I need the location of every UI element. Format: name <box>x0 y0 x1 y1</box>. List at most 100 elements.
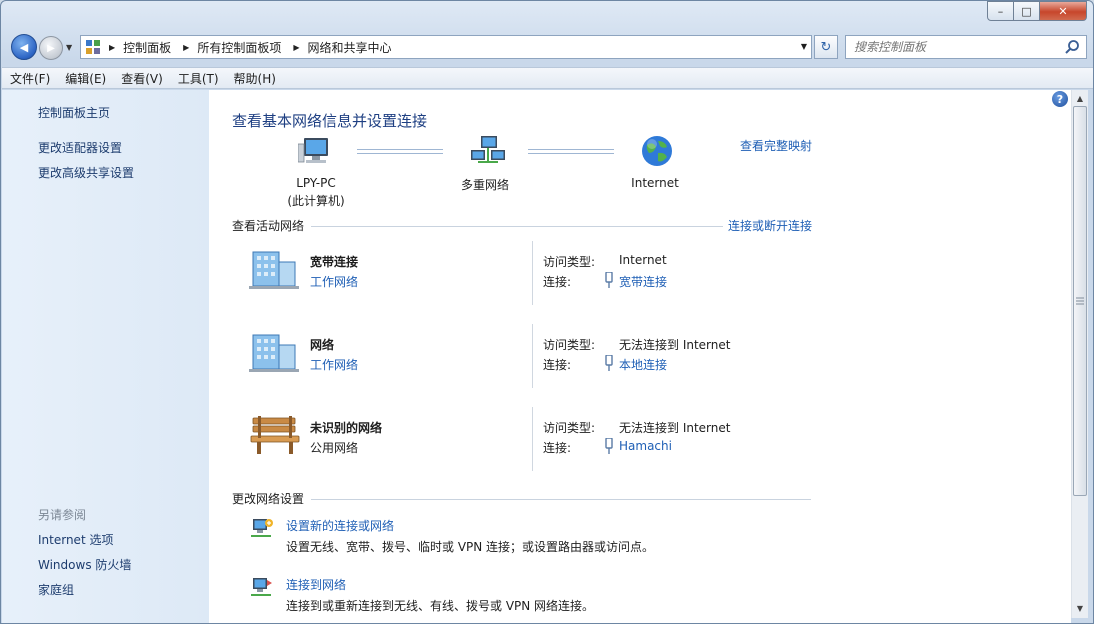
map-link-line <box>357 149 443 154</box>
control-panel-icon <box>86 40 100 54</box>
forward-arrow-icon: ▶ <box>47 42 55 54</box>
network-entry-broadband: 宽带连接 工作网络 访问类型: Internet 连接: 宽带连接 <box>249 241 809 314</box>
change-settings-header: 更改网络设置 <box>232 492 305 506</box>
access-type-label: 访问类型: <box>543 338 596 352</box>
breadcrumb-network-center[interactable]: 网络和共享中心 <box>308 39 392 56</box>
network-divider <box>532 407 533 471</box>
navigation-bar: ◀ ▶ ▼ ▶ 控制面板 ▶ 所有控制面板项 ▶ 网络和共享中心 ▼ ↻ <box>1 31 1093 63</box>
maximize-icon: □ <box>1021 4 1032 18</box>
network-entry-unidentified: 未识别的网络 公用网络 访问类型: 无法连接到 Internet 连接: Ham… <box>249 407 809 480</box>
minimize-icon: – <box>997 4 1004 18</box>
sidebar-link-firewall[interactable]: Windows 防火墙 <box>38 556 131 573</box>
connection-label: 连接: <box>543 441 572 455</box>
computer-icon <box>298 138 328 163</box>
main-content: 查看基本网络信息并设置连接 查看完整映射 LPY-PC (此计算机) 多重网络 <box>209 90 1071 623</box>
maximize-button[interactable]: □ <box>1014 1 1040 21</box>
network-type-link[interactable]: 工作网络 <box>310 273 358 290</box>
connection-link[interactable]: 本地连接 <box>619 356 667 373</box>
address-bar[interactable]: ▶ 控制面板 ▶ 所有控制面板项 ▶ 网络和共享中心 ▼ <box>80 35 812 59</box>
search-input[interactable] <box>854 40 1054 54</box>
connection-plug-icon <box>605 272 613 288</box>
pc-subtitle: (此计算机) <box>287 194 345 208</box>
connect-network-icon <box>251 578 272 596</box>
connection-link[interactable]: Hamachi <box>619 439 672 453</box>
address-dropdown-icon[interactable]: ▼ <box>801 42 807 51</box>
multiple-networks-icon <box>471 136 505 163</box>
minimize-button[interactable]: – <box>987 1 1014 21</box>
map-link-line <box>528 149 614 154</box>
window: – □ ✕ ◀ ▶ ▼ ▶ 控制面板 ▶ 所有控制面板项 ▶ 网络和共享中心 ▼… <box>0 0 1094 624</box>
caption-buttons: – □ ✕ <box>987 1 1087 21</box>
menu-view[interactable]: 查看(V) <box>121 70 163 87</box>
access-type-value: 无法连接到 Internet <box>619 421 731 435</box>
scroll-down-icon[interactable]: ▼ <box>1072 600 1088 616</box>
access-type-value: Internet <box>619 253 667 267</box>
network-entry-network: 网络 工作网络 访问类型: 无法连接到 Internet 连接: 本地连接 <box>249 324 809 397</box>
full-map-link[interactable]: 查看完整映射 <box>740 137 812 154</box>
setup-connection-description: 设置无线、宽带、拨号、临时或 VPN 连接；或设置路由器或访问点。 <box>286 540 655 554</box>
network-building-icon <box>249 251 299 289</box>
back-button[interactable]: ◀ <box>11 34 37 60</box>
access-type-value: 无法连接到 Internet <box>619 338 731 352</box>
section-divider <box>311 499 811 500</box>
map-node-pc[interactable]: LPY-PC (此计算机) <box>279 176 353 209</box>
history-dropdown-icon[interactable]: ▼ <box>66 43 72 52</box>
map-node-multiple[interactable]: 多重网络 <box>449 176 521 193</box>
close-icon: ✕ <box>1058 4 1068 18</box>
network-building-icon <box>249 334 299 372</box>
menu-bar: 文件(F) 编辑(E) 查看(V) 工具(T) 帮助(H) <box>2 67 1093 89</box>
page-title: 查看基本网络信息并设置连接 <box>232 112 428 130</box>
map-node-internet[interactable]: Internet <box>623 176 687 190</box>
vertical-scrollbar[interactable]: ▲ ▼ <box>1071 90 1088 618</box>
network-divider <box>532 324 533 388</box>
scroll-up-icon[interactable]: ▲ <box>1072 90 1088 106</box>
close-button[interactable]: ✕ <box>1040 1 1087 21</box>
breadcrumb-separator-icon[interactable]: ▶ <box>183 43 189 52</box>
network-divider <box>532 241 533 305</box>
connection-link[interactable]: 宽带连接 <box>619 273 667 290</box>
connect-disconnect-link[interactable]: 连接或断开连接 <box>728 217 812 234</box>
back-arrow-icon: ◀ <box>19 40 29 54</box>
grip-icon <box>1076 297 1084 305</box>
breadcrumb-separator-icon[interactable]: ▶ <box>293 43 299 52</box>
active-networks-header: 查看活动网络 <box>232 219 305 233</box>
section-divider <box>311 226 723 227</box>
sidebar-link-internet-options[interactable]: Internet 选项 <box>38 531 113 548</box>
new-connection-icon <box>251 519 273 537</box>
connect-network-link[interactable]: 连接到网络 <box>286 576 346 593</box>
connection-label: 连接: <box>543 275 572 289</box>
network-name: 宽带连接 <box>310 255 359 269</box>
sidebar: 控制面板主页 更改适配器设置 更改高级共享设置 另请参阅 Internet 选项… <box>2 90 209 623</box>
pc-name: LPY-PC <box>296 176 336 190</box>
menu-edit[interactable]: 编辑(E) <box>65 70 106 87</box>
search-icon[interactable] <box>1064 39 1080 55</box>
network-type: 公用网络 <box>310 441 359 455</box>
connection-plug-icon <box>605 355 613 371</box>
breadcrumb-control-panel[interactable]: 控制面板 <box>123 39 171 56</box>
park-bench-icon <box>250 416 300 454</box>
connection-label: 连接: <box>543 358 572 372</box>
sidebar-link-adapter[interactable]: 更改适配器设置 <box>38 139 122 156</box>
forward-button[interactable]: ▶ <box>39 36 63 60</box>
refresh-button[interactable]: ↻ <box>814 35 838 59</box>
window-frame-right <box>1088 90 1093 623</box>
scroll-thumb[interactable] <box>1073 106 1087 496</box>
connect-network-description: 连接到或重新连接到无线、有线、拨号或 VPN 网络连接。 <box>286 599 595 613</box>
sidebar-link-home[interactable]: 控制面板主页 <box>38 104 110 121</box>
see-also-title: 另请参阅 <box>38 508 87 522</box>
breadcrumb-all-items[interactable]: 所有控制面板项 <box>197 39 281 56</box>
network-name: 网络 <box>310 338 335 352</box>
setup-connection-link[interactable]: 设置新的连接或网络 <box>286 517 394 534</box>
access-type-label: 访问类型: <box>543 255 596 269</box>
search-box[interactable] <box>845 35 1087 59</box>
menu-file[interactable]: 文件(F) <box>10 70 50 87</box>
help-button[interactable]: ? <box>1052 91 1068 107</box>
menu-help[interactable]: 帮助(H) <box>234 70 276 87</box>
connection-plug-icon <box>605 438 613 454</box>
menu-tools[interactable]: 工具(T) <box>178 70 219 87</box>
sidebar-link-sharing[interactable]: 更改高级共享设置 <box>38 164 134 181</box>
breadcrumb-separator-icon[interactable]: ▶ <box>109 43 115 52</box>
network-name: 未识别的网络 <box>310 421 383 435</box>
sidebar-link-homegroup[interactable]: 家庭组 <box>38 581 74 598</box>
network-type-link[interactable]: 工作网络 <box>310 356 358 373</box>
